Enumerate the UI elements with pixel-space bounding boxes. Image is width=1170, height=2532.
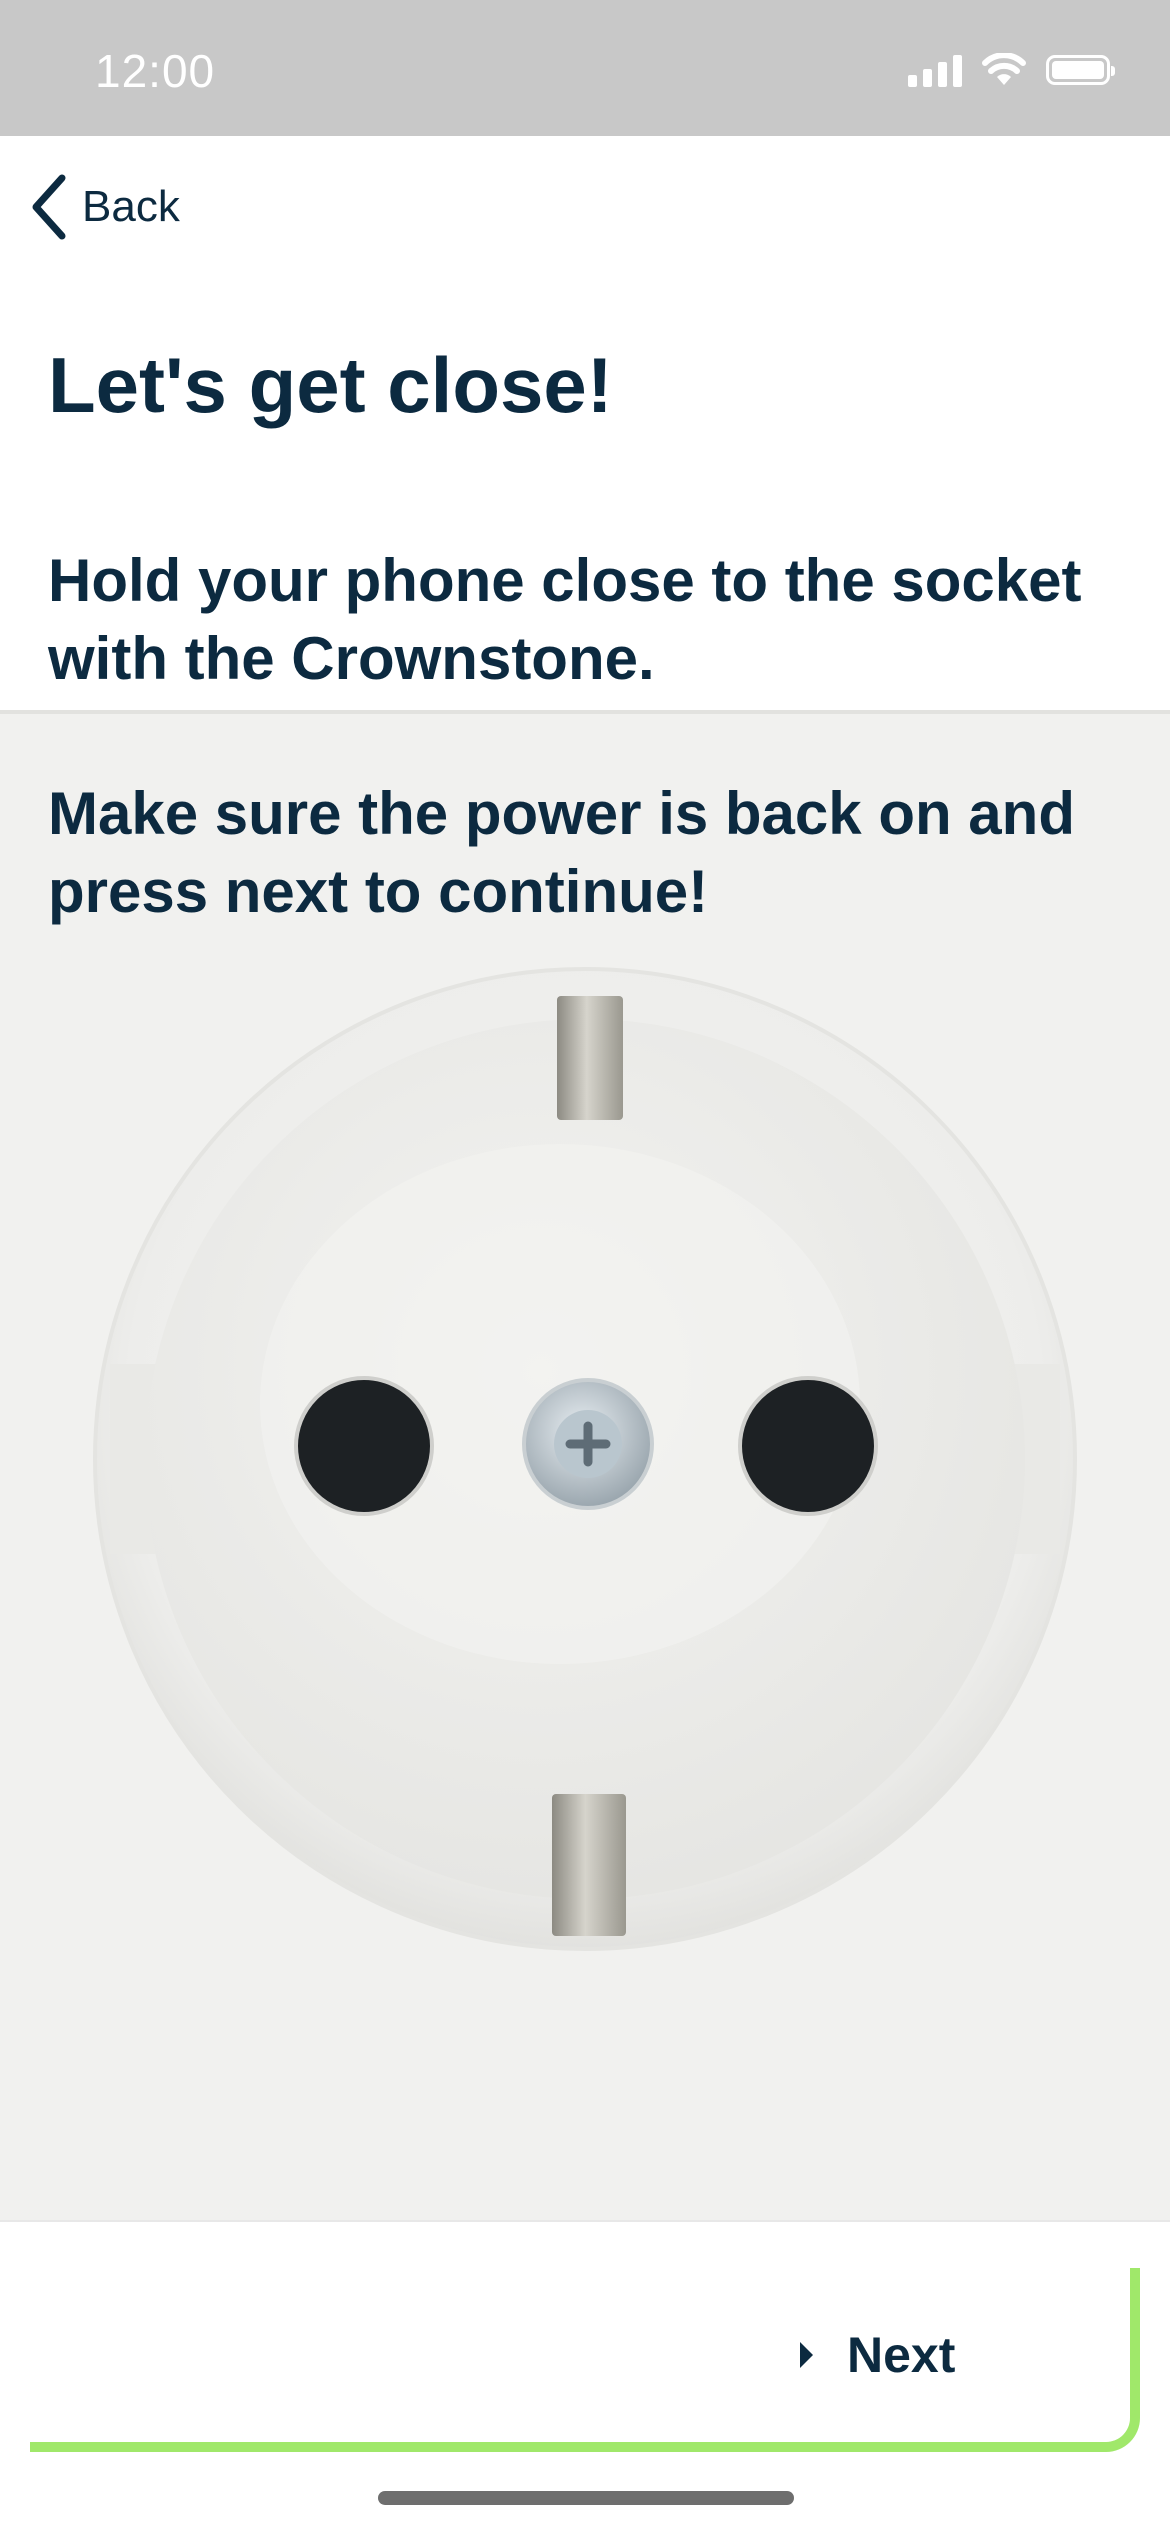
next-frame-accent — [30, 2268, 1140, 2452]
next-label: Next — [847, 2327, 956, 2383]
socket-illustration — [93, 967, 1077, 1951]
instruction-power-on: Make sure the power is back on and press… — [48, 780, 1075, 925]
signal-icon — [908, 53, 962, 87]
power-socket-photo — [0, 710, 1170, 2220]
chevron-left-icon — [32, 174, 66, 240]
status-time: 12:00 — [95, 45, 216, 97]
back-label: Back — [82, 182, 180, 231]
next-button[interactable]: Next — [800, 2320, 955, 2390]
play-arrow-icon — [800, 2342, 813, 2368]
page-title: Let's get close! — [48, 341, 613, 429]
home-indicator[interactable] — [378, 2491, 794, 2505]
battery-icon — [1046, 55, 1115, 85]
wifi-icon — [982, 53, 1026, 85]
status-icons — [908, 50, 1115, 90]
instruction-hold-phone: Hold your phone close to the socket with… — [48, 547, 1082, 692]
back-button[interactable]: Back — [28, 172, 180, 242]
status-bar: 12:00 — [0, 0, 1170, 136]
